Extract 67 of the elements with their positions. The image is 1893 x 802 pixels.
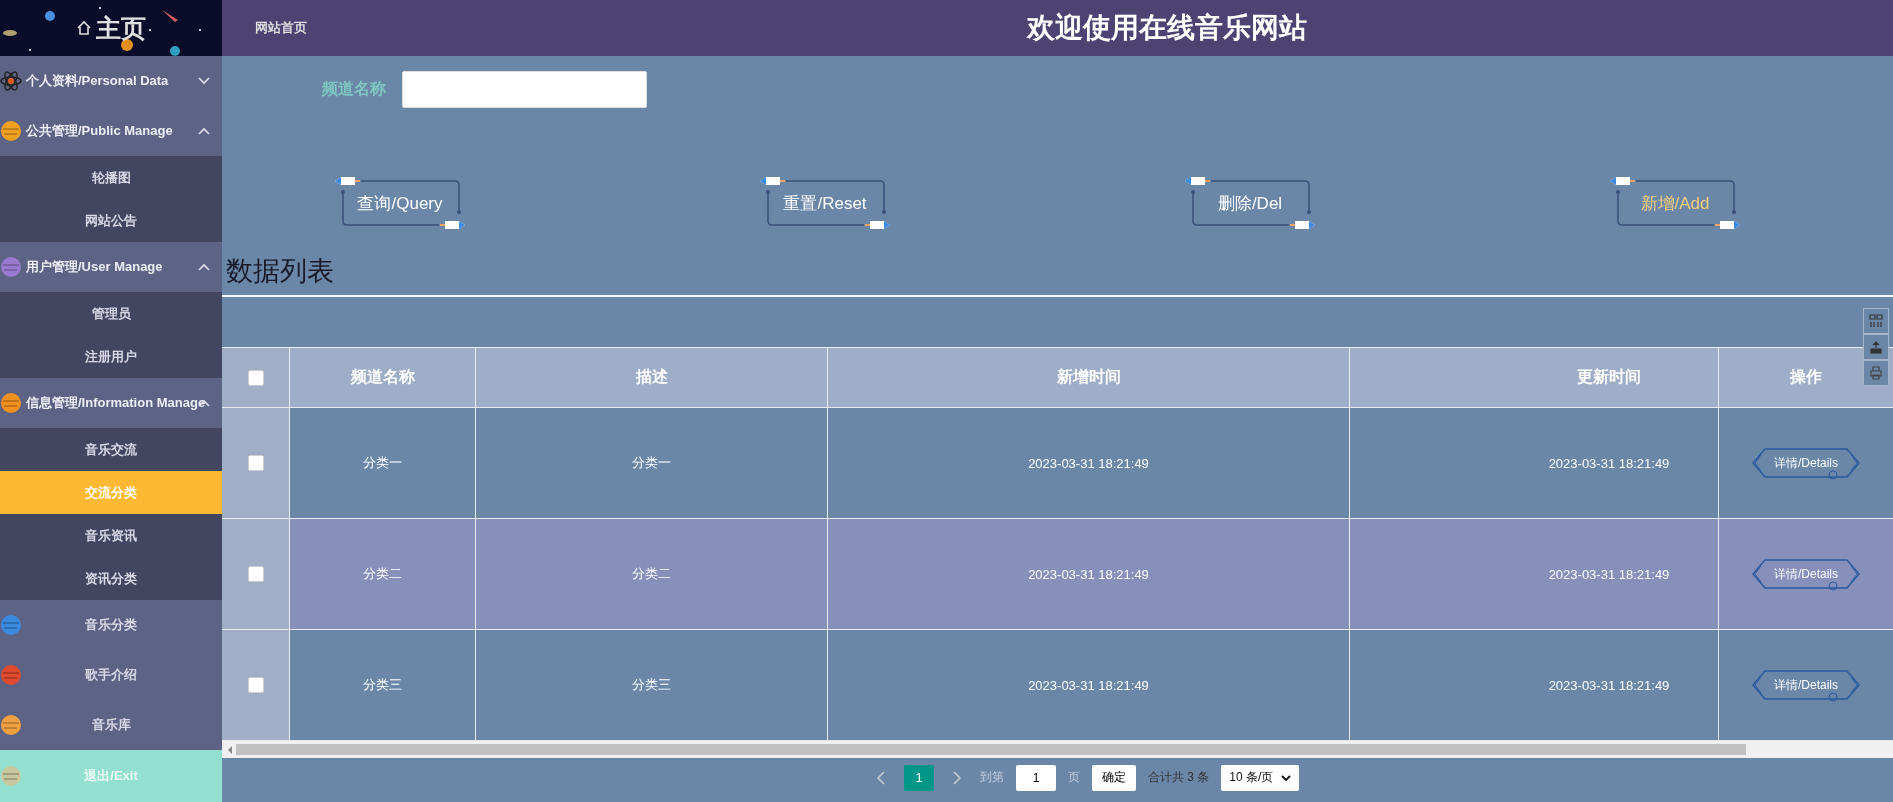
- menu-item[interactable]: 注册用户: [0, 335, 222, 378]
- menu-item[interactable]: 管理员: [0, 292, 222, 335]
- planet-icon: [0, 256, 22, 278]
- total-count: 合计共 3 条: [1148, 769, 1210, 786]
- menu-group[interactable]: 用户管理/User Manage: [0, 242, 222, 292]
- checkbox[interactable]: [247, 369, 264, 386]
- menu-item[interactable]: 音乐分类: [0, 600, 222, 650]
- page-unit: 页: [1068, 769, 1080, 786]
- menu-item[interactable]: 轮播图: [0, 156, 222, 199]
- table-cell: 2023-03-31 18:21:49: [1350, 408, 1719, 519]
- checkbox[interactable]: [247, 566, 264, 582]
- menu-group[interactable]: 公共管理/Public Manage: [0, 106, 222, 156]
- planet-icon: [0, 765, 22, 787]
- planet-icon: [0, 120, 22, 142]
- goto-label: 到第: [980, 769, 1004, 786]
- page-number-field[interactable]: 1: [1016, 764, 1056, 791]
- planet-icon: [0, 664, 22, 686]
- table-cell: 分类三: [290, 630, 476, 741]
- column-header: 频道名称: [290, 348, 476, 408]
- menu-item[interactable]: 网站公告: [0, 199, 222, 242]
- column-header: 操作: [1719, 348, 1893, 408]
- atom-icon: [0, 70, 22, 92]
- menu-item[interactable]: 音乐资讯: [0, 514, 222, 557]
- column-header: 更新时间: [1350, 348, 1719, 408]
- columns-icon[interactable]: [1863, 308, 1889, 334]
- table-cell: 2023-03-31 18:21:49: [828, 630, 1350, 741]
- table-cell: 分类一: [476, 408, 828, 519]
- table-cell: 2023-03-31 18:21:49: [828, 519, 1350, 630]
- table-cell: 2023-03-31 18:21:49: [828, 408, 1350, 519]
- planet-icon: [0, 614, 22, 636]
- planet-icon: [0, 392, 22, 414]
- page-size-dropdown[interactable]: 10 条/页: [1221, 764, 1300, 791]
- table-cell: 分类二: [290, 519, 476, 630]
- channel-name-field[interactable]: [402, 71, 647, 108]
- scrollbar[interactable]: [222, 741, 1893, 758]
- planet-icon: [0, 714, 22, 736]
- home-link[interactable]: 网站首页: [255, 19, 307, 37]
- next-page-icon[interactable]: [952, 770, 962, 785]
- table-cell: 2023-03-31 18:21:49: [1350, 630, 1719, 741]
- site-title: 欢迎使用在线音乐网站: [1027, 11, 1307, 45]
- caret-down-icon: [1281, 774, 1292, 781]
- table-cell: 分类三: [476, 630, 828, 741]
- table-cell: 分类一: [290, 408, 476, 519]
- menu-group[interactable]: 信息管理/Information Manage: [0, 378, 222, 428]
- checkbox[interactable]: [247, 677, 264, 693]
- column-header: 新增时间: [828, 348, 1350, 408]
- menu-item[interactable]: 音乐交流: [0, 428, 222, 471]
- menu-group[interactable]: 个人资料/Personal Data: [0, 56, 222, 106]
- menu-item[interactable]: 资讯分类: [0, 557, 222, 600]
- action-button[interactable]: 删除/Del: [1185, 175, 1315, 231]
- previous-page-icon[interactable]: [876, 770, 886, 785]
- home-icon: [76, 20, 92, 36]
- confirm-button[interactable]: 确定: [1092, 764, 1136, 791]
- menu-item[interactable]: 音乐库: [0, 700, 222, 750]
- export-icon[interactable]: [1863, 334, 1889, 360]
- action-button[interactable]: 重置/Reset: [760, 175, 890, 231]
- page-button[interactable]: 1: [904, 764, 934, 791]
- checkbox[interactable]: [247, 455, 264, 471]
- table-cell: 2023-03-31 18:21:49: [1350, 519, 1719, 630]
- section-title: 数据列表: [222, 247, 1893, 297]
- action-button[interactable]: 查询/Query: [335, 175, 465, 231]
- table-cell: 分类二: [476, 519, 828, 630]
- home-title[interactable]: 主页: [96, 11, 146, 45]
- field-label: 频道名称: [322, 79, 386, 99]
- menu-item[interactable]: 歌手介绍: [0, 650, 222, 700]
- column-header: 描述: [476, 348, 828, 408]
- print-icon[interactable]: [1863, 360, 1889, 386]
